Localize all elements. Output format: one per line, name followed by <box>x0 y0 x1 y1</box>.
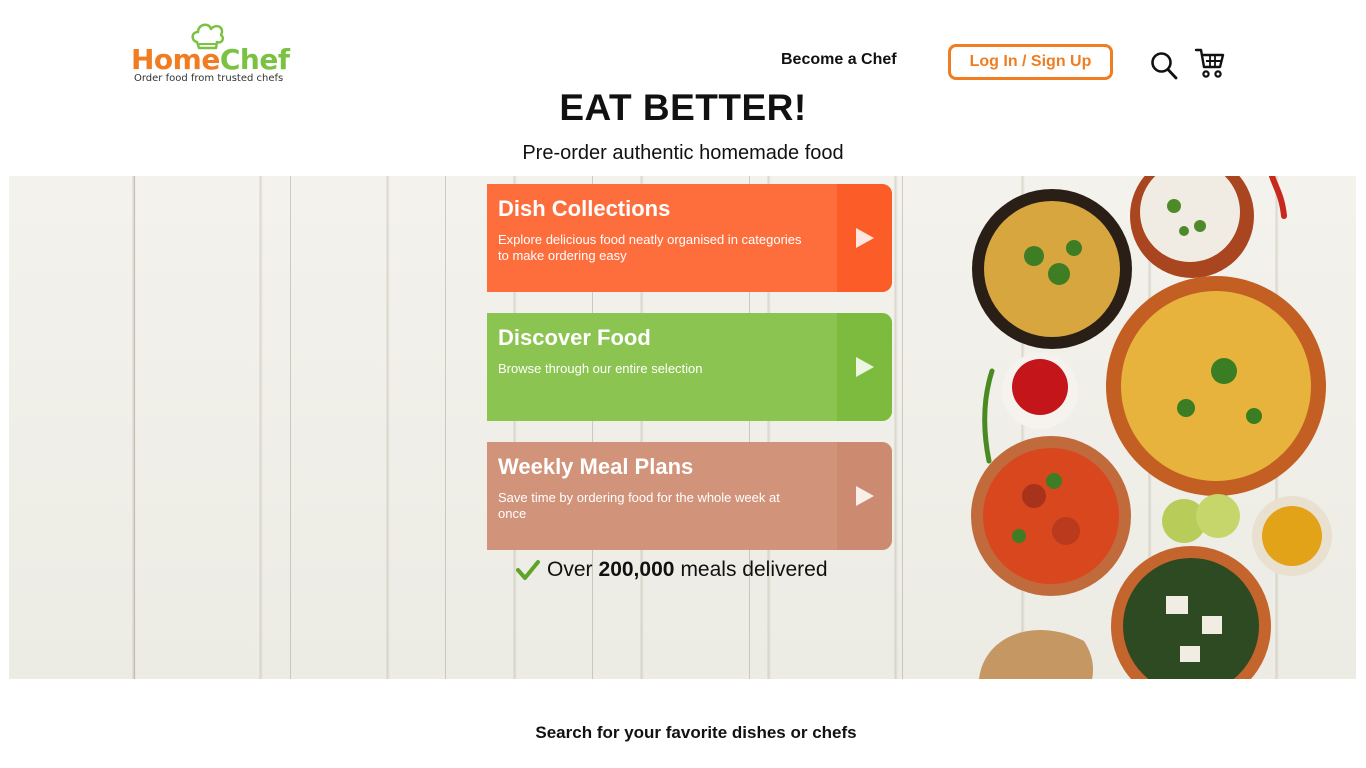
meals-suffix: meals delivered <box>680 558 828 581</box>
logo-chef-text: Chef <box>219 43 290 76</box>
logo[interactable]: HomeChef Order food from trusted chefs <box>131 20 290 86</box>
logo-home-text: Home <box>131 43 220 76</box>
card-description: Browse through our entire selection <box>498 361 703 376</box>
card-description: Save time by ordering food for the whole… <box>498 490 780 521</box>
weekly-meal-plans-card[interactable]: Weekly Meal Plans Save time by ordering … <box>487 442 892 550</box>
card-title: Weekly Meal Plans <box>498 454 694 479</box>
wood-plank-line <box>902 176 903 679</box>
food-bowls-image <box>971 176 1332 679</box>
play-arrow-icon[interactable] <box>837 184 892 292</box>
dish-collections-card[interactable]: Dish Collections Explore delicious food … <box>487 184 892 292</box>
cart-icon[interactable] <box>1194 46 1226 80</box>
wood-plank-line <box>134 176 135 679</box>
card-description: Explore delicious food neatly organised … <box>498 232 802 263</box>
login-signup-button[interactable]: Log In / Sign Up <box>948 44 1113 80</box>
wood-plank-line <box>445 176 446 679</box>
card-title: Discover Food <box>498 325 651 350</box>
hero-subheadline: Pre-order authentic homemade food <box>522 142 844 164</box>
wood-plank-line <box>290 176 291 679</box>
meals-count: 200,000 <box>598 558 675 581</box>
meals-delivered-stat: Over 200,000 meals delivered <box>516 556 828 584</box>
checkmark-icon <box>516 560 540 580</box>
logo-tagline: Order food from trusted chefs <box>134 73 284 84</box>
become-chef-link[interactable]: Become a Chef <box>781 51 897 69</box>
search-icon[interactable] <box>1150 50 1178 80</box>
play-arrow-icon[interactable] <box>837 442 892 550</box>
hero-headline: EAT BETTER! <box>559 87 807 128</box>
discover-food-card[interactable]: Discover Food Browse through our entire … <box>487 313 892 421</box>
search-prompt-heading: Search for your favorite dishes or chefs <box>535 723 857 742</box>
play-arrow-icon[interactable] <box>837 313 892 421</box>
meals-prefix: Over <box>547 558 593 581</box>
card-title: Dish Collections <box>498 196 671 221</box>
